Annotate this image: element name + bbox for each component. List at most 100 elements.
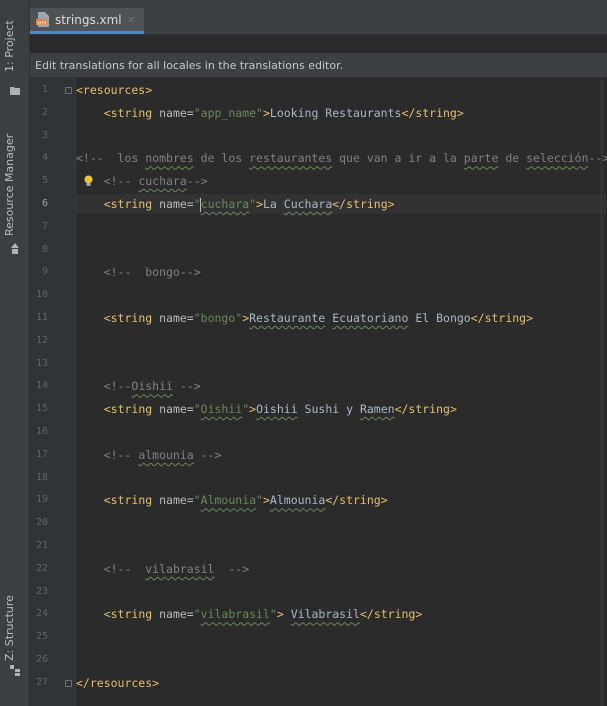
code-token: Ramen (359, 402, 395, 417)
code-line[interactable] (76, 285, 607, 305)
code-token: Cuchara (283, 197, 333, 211)
code-token: selección (526, 151, 589, 166)
structure-icon[interactable] (10, 665, 20, 676)
line-number: 20 (35, 517, 48, 529)
code-token: </string> (394, 402, 457, 417)
code-line[interactable]: <!-- los nombres de los restaurantes que… (76, 148, 607, 168)
code-line[interactable]: <!--Oishii --> (76, 376, 607, 396)
code-line[interactable] (76, 422, 607, 442)
code-line[interactable] (76, 126, 607, 146)
code-text: <string name="vilabrasil"> Vilabrasil</s… (76, 604, 423, 624)
line-number: 11 (35, 312, 48, 323)
code-line[interactable]: <!-- cuchara--> (76, 171, 607, 191)
fold-marker-icon[interactable] (65, 679, 72, 687)
code-token: </string> (325, 493, 388, 508)
code-text: <string name="bongo">Restaurante Ecuator… (76, 308, 533, 328)
code-line[interactable]: <string name="bongo">Restaurante Ecuator… (76, 308, 607, 328)
line-number: 24 (35, 608, 48, 620)
code-line[interactable] (76, 650, 607, 670)
line-number-gutter[interactable]: 1 2 3 4 5 6 7 8 9 10 11 12 13 14 15 16 17 18 19 20 21 22 23 24 2… (30, 78, 76, 706)
resource-manager-icon[interactable] (10, 243, 20, 254)
code-text: <string name="cuchara">La Cuchara</strin… (76, 194, 395, 214)
editor-tabs: xml strings.xml × (30, 0, 607, 35)
code-token: name= (159, 493, 194, 508)
line-number: 10 (35, 289, 48, 301)
code-editor[interactable]: <resources> <string name="app_name">Look… (76, 78, 607, 706)
code-line[interactable]: <!-- almounia --> (76, 445, 607, 465)
lightbulb-icon[interactable] (84, 175, 93, 187)
code-token: Restaurante (249, 311, 326, 325)
code-line[interactable] (76, 468, 607, 488)
code-token: restaurantes (249, 151, 333, 166)
code-line[interactable] (76, 513, 607, 533)
code-token: "app_name" (193, 105, 263, 120)
line-number: 26 (35, 654, 48, 665)
project-tool-button[interactable]: 1: Project (3, 20, 16, 72)
code-line[interactable]: <string name="vilabrasil"> Vilabrasil</s… (76, 604, 607, 624)
line-number: 16 (35, 426, 48, 437)
tab-label: strings.xml (55, 12, 122, 27)
fold-marker-icon[interactable] (65, 87, 72, 94)
resource-manager-tool-button[interactable]: Resource Manager (3, 134, 16, 236)
line-number: 15 (35, 403, 48, 415)
code-line[interactable]: <string name="app_name">Looking Restaura… (76, 103, 607, 123)
code-token: <string (103, 607, 160, 622)
code-token: </string> (401, 105, 464, 120)
code-line[interactable]: <!-- bongo--> (76, 262, 607, 282)
code-token: nombres (145, 151, 194, 166)
line-number: 2 (41, 106, 48, 118)
code-line[interactable]: </resources> (76, 673, 607, 693)
code-token: <resources> (76, 83, 153, 97)
line-number: 9 (41, 266, 48, 278)
code-token: Almounia (200, 493, 257, 508)
line-number: 7 (41, 220, 48, 232)
folder-icon[interactable] (10, 86, 20, 95)
code-token: --> (193, 447, 222, 462)
line-number: 23 (35, 585, 48, 597)
code-text: <!--Oishii --> (76, 376, 201, 396)
code-token: name= (159, 402, 194, 417)
code-token: --> (588, 151, 607, 166)
code-line[interactable] (76, 536, 607, 556)
code-text: <string name="Oishii">Oishii Sushi y Ram… (76, 399, 457, 419)
code-line[interactable] (76, 582, 607, 602)
code-token: <!-- (76, 379, 132, 394)
code-line[interactable] (76, 331, 607, 351)
tab-strings-xml[interactable]: xml strings.xml × (30, 8, 144, 34)
code-line[interactable] (76, 627, 607, 647)
line-number: 13 (35, 357, 48, 369)
right-margin-guide (601, 78, 602, 706)
code-line[interactable]: <resources> (76, 80, 607, 100)
code-token: <!-- (76, 447, 139, 462)
translations-editor-banner[interactable]: Edit translations for all locales in the… (30, 53, 607, 78)
code-text: <!-- cuchara--> (76, 171, 208, 191)
close-icon[interactable]: × (127, 13, 136, 26)
code-line[interactable] (76, 354, 607, 374)
structure-tool-button[interactable]: Z: Structure (3, 595, 16, 661)
code-token: El Bongo (408, 311, 471, 325)
code-token: <!-- los (76, 151, 146, 166)
code-token: name= (159, 105, 194, 120)
code-line[interactable] (76, 240, 607, 260)
code-token: > (276, 607, 284, 622)
line-number: 3 (41, 129, 48, 141)
code-text: <!-- bongo--> (76, 262, 201, 282)
code-line[interactable]: <string name="Almounia">Almounia</string… (76, 490, 607, 510)
code-token: > (262, 105, 270, 120)
code-line[interactable]: <string name="cuchara">La Cuchara</strin… (76, 194, 607, 214)
code-line[interactable] (76, 217, 607, 237)
code-line[interactable]: <string name="Oishii">Oishii Sushi y Ram… (76, 399, 607, 419)
code-line[interactable]: <!-- vilabrasil --> (76, 559, 607, 579)
code-token: <string (103, 197, 160, 211)
code-token: " (269, 607, 277, 622)
line-number: 14 (35, 380, 48, 392)
line-number: 5 (41, 175, 48, 187)
xml-file-icon: xml (36, 12, 49, 27)
code-token: name= (159, 197, 194, 211)
line-number: 17 (35, 448, 48, 460)
code-token: " (193, 402, 201, 417)
code-token: Ecuatoriano (332, 311, 409, 325)
